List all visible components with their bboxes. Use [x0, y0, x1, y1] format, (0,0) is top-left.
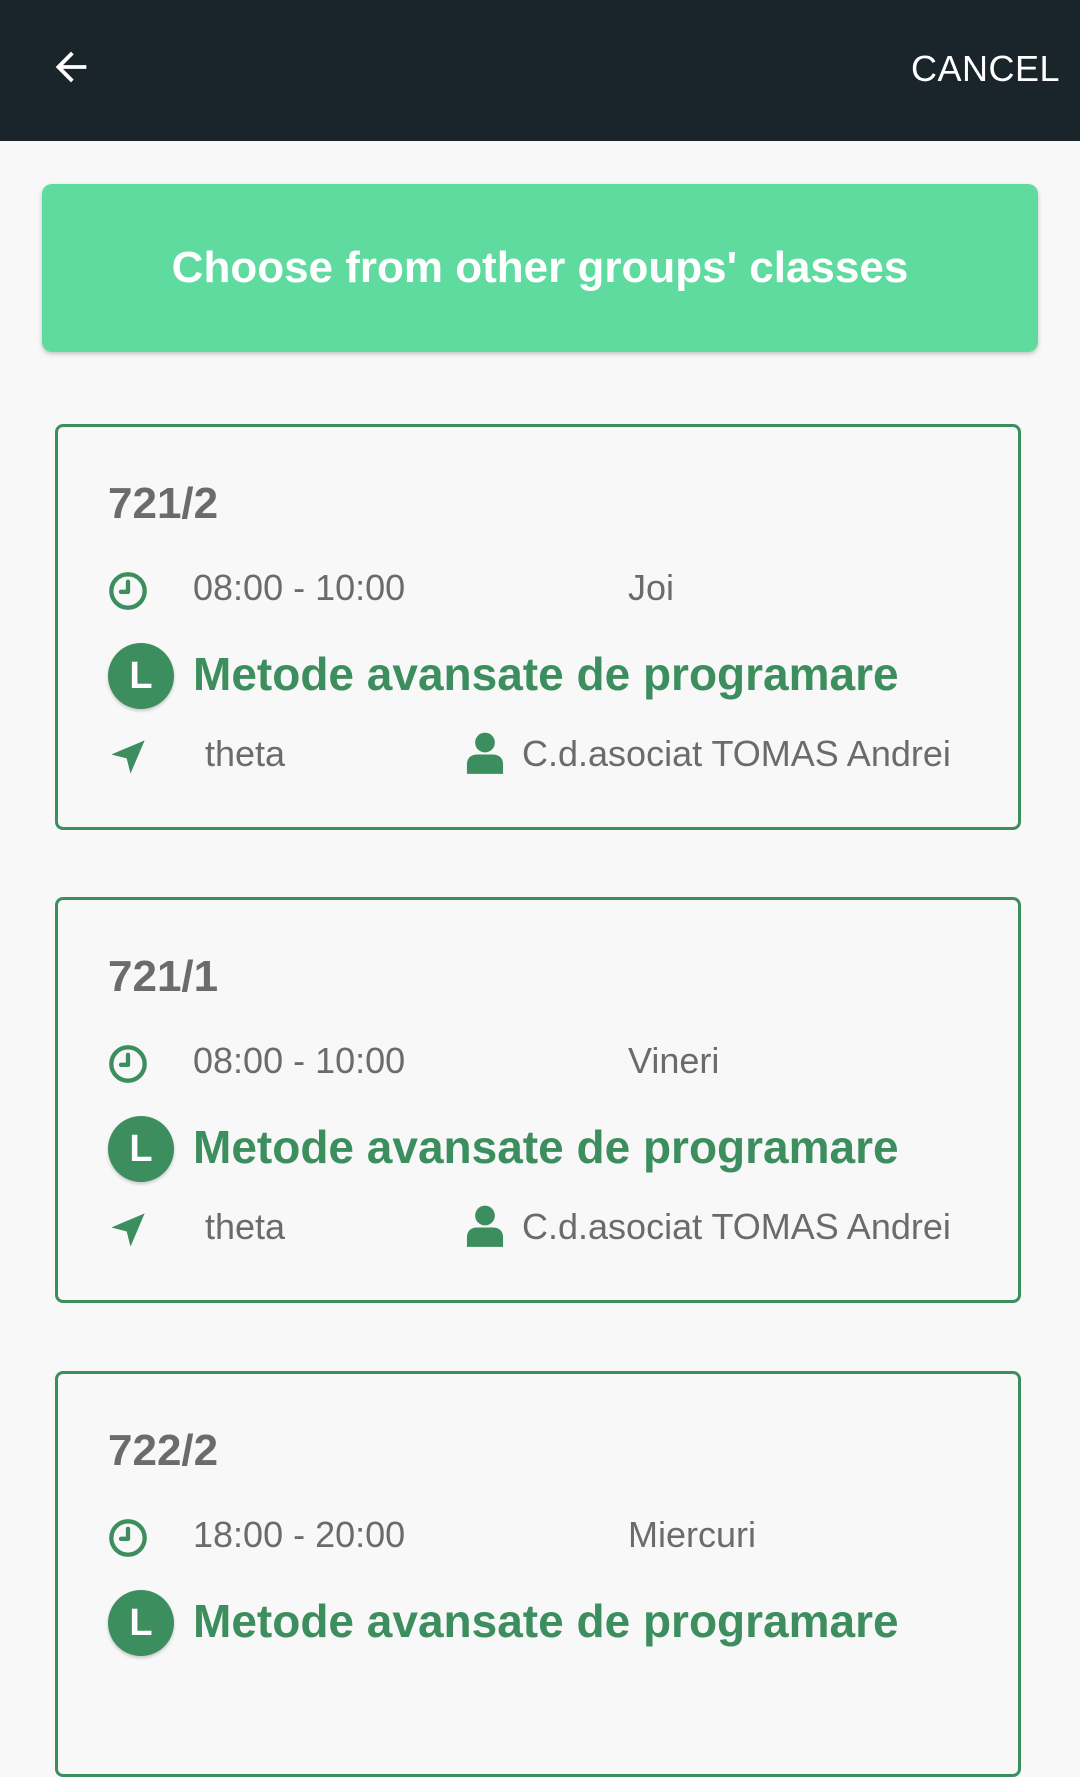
class-type-badge: L [108, 1116, 174, 1182]
subject-name: Metode avansate de programare [193, 1121, 899, 1173]
class-card[interactable]: 721/2 08:00 - 10:00 Joi L Metode avansat… [55, 424, 1021, 830]
class-time: 18:00 - 20:00 [193, 1514, 406, 1555]
room-name: theta [205, 733, 286, 774]
subject-name: Metode avansate de programare [193, 648, 899, 700]
clock-icon [109, 1519, 147, 1557]
class-type-badge: L [108, 1590, 174, 1656]
arrow-back-icon [55, 51, 87, 83]
class-day: Miercuri [628, 1514, 757, 1555]
choose-other-groups-button[interactable]: Choose from other groups' classes [42, 184, 1038, 352]
group-number: 721/1 [108, 952, 219, 1001]
group-number: 722/2 [108, 1426, 219, 1475]
back-button[interactable] [34, 30, 108, 104]
location-arrow-icon [111, 740, 145, 774]
teacher-name: C.d.asociat TOMAS Andrei [522, 733, 951, 774]
class-type-badge: L [108, 643, 174, 709]
class-card[interactable]: 722/2 18:00 - 20:00 Miercuri L Metode av… [55, 1371, 1021, 1777]
room-name: theta [205, 1206, 286, 1247]
clock-icon [109, 572, 147, 610]
person-icon [466, 1205, 504, 1247]
class-day: Joi [628, 567, 675, 608]
class-time: 08:00 - 10:00 [193, 567, 406, 608]
clock-icon [109, 1045, 147, 1083]
teacher-name: C.d.asociat TOMAS Andrei [522, 1206, 951, 1247]
location-arrow-icon [111, 1213, 145, 1247]
class-day: Vineri [628, 1040, 720, 1081]
subject-name: Metode avansate de programare [193, 1595, 899, 1647]
class-time: 08:00 - 10:00 [193, 1040, 406, 1081]
app-toolbar: CANCEL [0, 0, 1080, 141]
person-icon [466, 732, 504, 774]
group-number: 721/2 [108, 479, 219, 528]
cancel-button[interactable]: CANCEL [911, 40, 1060, 98]
class-card[interactable]: 721/1 08:00 - 10:00 Vineri L Metode avan… [55, 897, 1021, 1303]
